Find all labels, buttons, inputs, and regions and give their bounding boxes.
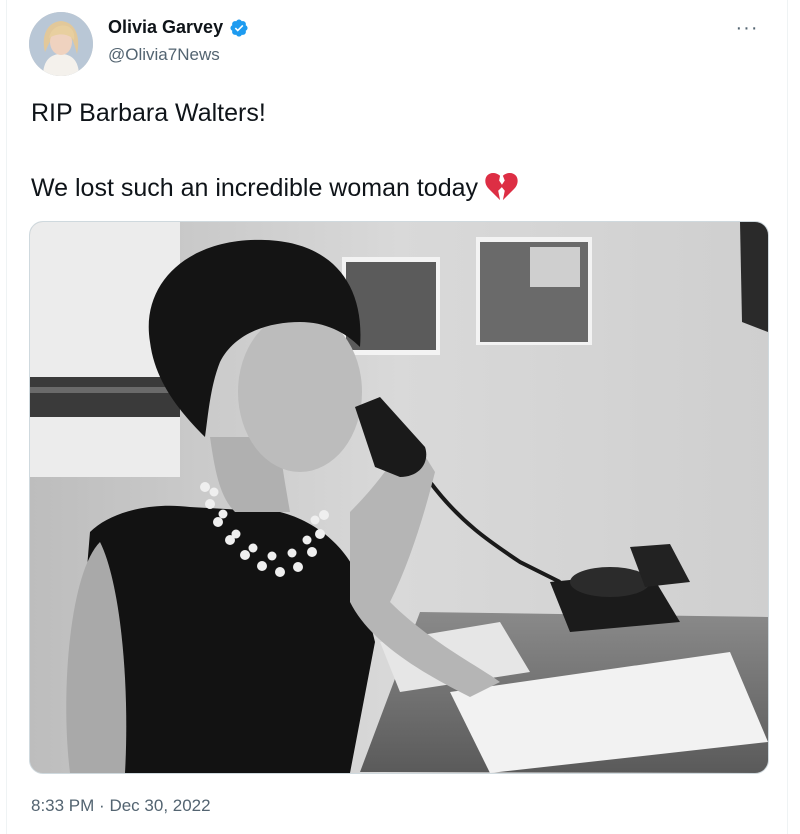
verified-badge-icon — [230, 18, 248, 37]
timestamp-separator: · — [99, 796, 105, 815]
more-options-icon[interactable]: ··· — [731, 12, 763, 44]
tweet-time[interactable]: 8:33 PM — [31, 796, 94, 815]
tweet-text-line2: We lost such an incredible woman today — [31, 172, 518, 203]
display-name[interactable]: Olivia Garvey — [108, 17, 223, 38]
tweet-text-line1: RIP Barbara Walters! — [31, 99, 266, 127]
tweet-card: Olivia Garvey @Olivia7News ··· RIP Barba… — [6, 0, 788, 834]
photo-image — [30, 222, 768, 773]
tweet-text-line2-label: We lost such an incredible woman today — [31, 174, 478, 202]
tweet-timestamp[interactable]: 8:33 PM · Dec 30, 2022 — [31, 796, 211, 816]
tweet-date[interactable]: Dec 30, 2022 — [109, 796, 210, 815]
tweet-photo[interactable] — [29, 221, 769, 774]
avatar[interactable] — [29, 12, 93, 76]
name-row: Olivia Garvey — [108, 17, 249, 38]
broken-heart-icon — [485, 172, 518, 201]
handle[interactable]: @Olivia7News — [108, 45, 220, 65]
avatar-image — [29, 12, 93, 76]
